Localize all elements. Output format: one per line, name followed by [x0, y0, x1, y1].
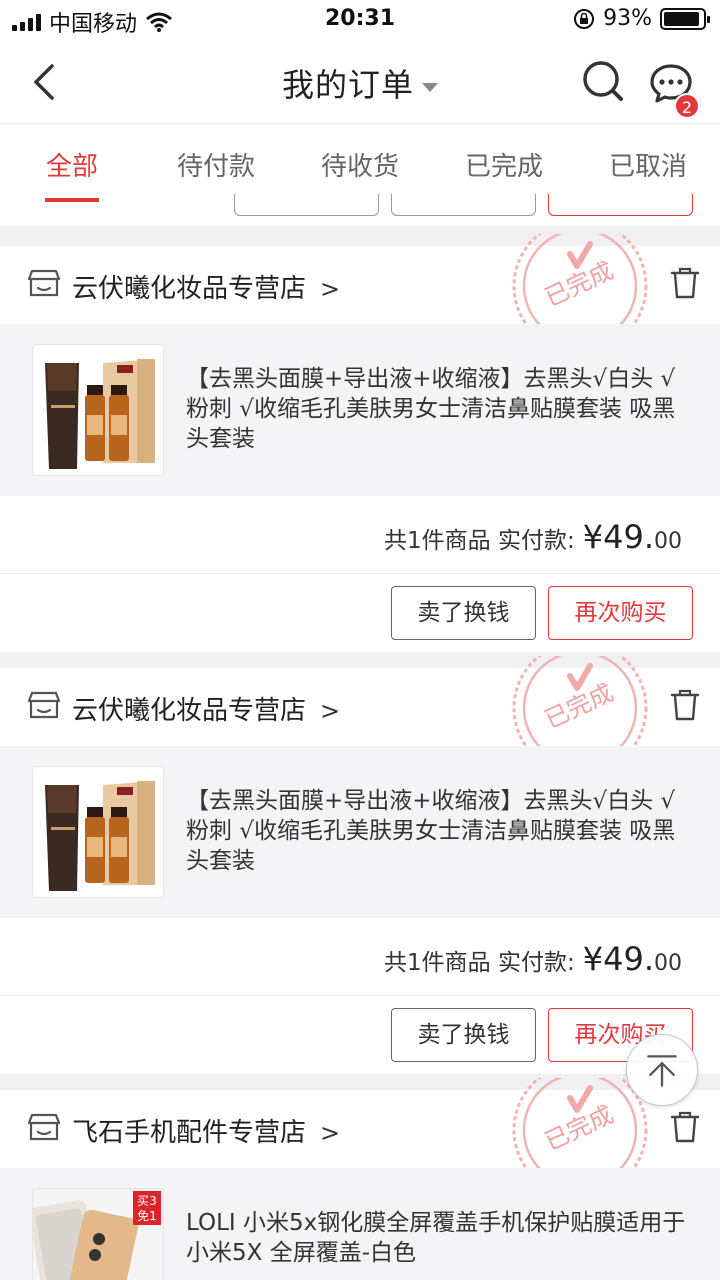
order-tabs: 全部 待付款 待收货 已完成 已取消: [0, 124, 720, 204]
status-bar: 中国移动 20:31 93%: [0, 0, 720, 40]
chevron-right-icon: >: [320, 1119, 341, 1147]
shop-name-text: 飞石手机配件专营店: [72, 1118, 307, 1148]
previous-button[interactable]: [234, 194, 379, 216]
back-to-top-icon[interactable]: [626, 1034, 698, 1106]
order-actions: 卖了换钱 再次购买: [0, 996, 720, 1074]
summary-label: 共1件商品 实付款:: [384, 528, 575, 554]
rebuy-button[interactable]: 再次购买: [548, 586, 693, 640]
order-list-page: 中国移动 20:31 93% 我的订单 2 全部 待付款 待收货 已完成 已取消…: [0, 0, 720, 1280]
store-icon: [28, 691, 60, 719]
shop-name[interactable]: 飞石手机配件专营店 >: [72, 1112, 340, 1149]
completed-stamp: 已完成: [512, 656, 648, 760]
previous-order-buttons: [0, 194, 720, 226]
shop-name[interactable]: 云伏曦化妆品专营店 >: [72, 690, 340, 727]
thumb-badge-top: 买3: [137, 1194, 157, 1208]
thumb-badge-bottom: 免1: [137, 1208, 157, 1223]
chevron-right-icon: >: [320, 697, 341, 725]
product-thumbnail[interactable]: 买3 免1: [32, 1188, 164, 1280]
shop-name-text: 云伏曦化妆品专营店: [72, 696, 307, 726]
order-card: 飞石手机配件专营店 > 已完成 买3 免1 LOLI 小米5x钢化膜全屏覆盖手机…: [0, 1078, 720, 1280]
nav-bar: 我的订单 2: [0, 40, 720, 124]
price-cents: 00: [654, 951, 682, 976]
store-icon: [28, 1113, 60, 1141]
shop-row[interactable]: 飞石手机配件专营店 > 已完成: [0, 1078, 720, 1182]
tab-pending-receipt[interactable]: 待收货: [288, 124, 432, 204]
rotation-lock-icon: [574, 8, 595, 29]
sell-button[interactable]: 卖了换钱: [391, 1008, 536, 1062]
store-icon: [28, 269, 60, 297]
product-title[interactable]: LOLI 小米5x钢化膜全屏覆盖手机保护贴膜适用于小米5X 全屏覆盖-白色: [186, 1208, 686, 1268]
trash-icon[interactable]: [670, 1110, 700, 1144]
message-badge: 2: [674, 93, 700, 119]
previous-button[interactable]: [548, 194, 693, 216]
product-title[interactable]: 【去黑头面膜+导出液+收缩液】去黑头√白头 √粉刺 √收缩毛孔美肤男女士清洁鼻贴…: [186, 364, 686, 454]
order-summary: 共1件商品 实付款: ¥49.00: [0, 496, 720, 574]
trash-icon[interactable]: [670, 688, 700, 722]
order-card: 云伏曦化妆品专营店 > 已完成 【去黑头面膜+导出液+收缩液】去黑头√白头 √粉…: [0, 656, 720, 1074]
goods-row[interactable]: 买3 免1 LOLI 小米5x钢化膜全屏覆盖手机保护贴膜适用于小米5X 全屏覆盖…: [0, 1168, 720, 1280]
completed-stamp: 已完成: [512, 1078, 648, 1182]
shop-name[interactable]: 云伏曦化妆品专营店 >: [72, 268, 340, 305]
battery-percent: 93%: [603, 6, 652, 31]
price-cents: 00: [654, 529, 682, 554]
product-thumbnail[interactable]: [32, 766, 164, 898]
completed-stamp: 已完成: [512, 234, 648, 338]
status-right: 93%: [573, 6, 710, 31]
order-summary: 共1件商品 实付款: ¥49.00: [0, 918, 720, 996]
shop-row[interactable]: 云伏曦化妆品专营店 > 已完成: [0, 234, 720, 338]
chevron-down-icon: [422, 82, 438, 92]
shop-name-text: 云伏曦化妆品专营店: [72, 274, 307, 304]
page-title-text: 我的订单: [281, 66, 414, 104]
chevron-right-icon: >: [320, 275, 341, 303]
order-card: 云伏曦化妆品专营店 > 已完成 【去黑头面膜+导出液+收缩液】去黑头√白头 √粉…: [0, 234, 720, 652]
tab-completed[interactable]: 已完成: [432, 124, 576, 204]
tab-pending-payment[interactable]: 待付款: [144, 124, 288, 204]
product-title[interactable]: 【去黑头面膜+导出液+收缩液】去黑头√白头 √粉刺 √收缩毛孔美肤男女士清洁鼻贴…: [186, 786, 686, 876]
price-main: ¥49.: [582, 518, 654, 556]
battery-icon: [660, 7, 710, 30]
shop-row[interactable]: 云伏曦化妆品专营店 > 已完成: [0, 656, 720, 760]
tab-all[interactable]: 全部: [0, 124, 144, 204]
goods-row[interactable]: 【去黑头面膜+导出液+收缩液】去黑头√白头 √粉刺 √收缩毛孔美肤男女士清洁鼻贴…: [0, 746, 720, 918]
order-total: 共1件商品 实付款: ¥49.00: [384, 518, 682, 556]
order-actions: 卖了换钱 再次购买: [0, 574, 720, 652]
goods-row[interactable]: 【去黑头面膜+导出液+收缩液】去黑头√白头 √粉刺 √收缩毛孔美肤男女士清洁鼻贴…: [0, 324, 720, 496]
sell-button[interactable]: 卖了换钱: [391, 586, 536, 640]
price-main: ¥49.: [582, 940, 654, 978]
tab-cancelled[interactable]: 已取消: [576, 124, 720, 204]
product-thumbnail[interactable]: [32, 344, 164, 476]
summary-label: 共1件商品 实付款:: [384, 950, 575, 976]
search-icon[interactable]: [580, 58, 626, 104]
order-total: 共1件商品 实付款: ¥49.00: [384, 940, 682, 978]
previous-button[interactable]: [391, 194, 536, 216]
trash-icon[interactable]: [670, 266, 700, 300]
